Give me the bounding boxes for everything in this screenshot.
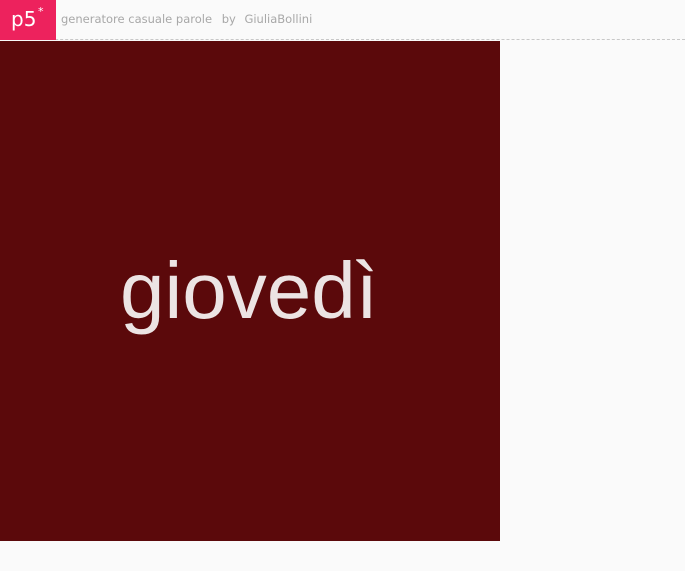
random-word: giovedì <box>120 246 378 335</box>
editor-top-bar: p5 * generatore casuale parole by Giulia… <box>0 0 685 40</box>
by-label: by <box>221 12 236 26</box>
sketch-canvas[interactable]: giovedì <box>0 41 500 541</box>
author-link[interactable]: GiuliaBollini <box>244 12 312 26</box>
p5-logo[interactable]: p5 * <box>0 0 56 40</box>
p5-logo-text: p5 <box>11 7 37 31</box>
sketch-info: generatore casuale parole by GiuliaBolli… <box>61 12 312 26</box>
asterisk-icon: * <box>38 5 44 18</box>
sketch-title: generatore casuale parole <box>61 12 213 26</box>
